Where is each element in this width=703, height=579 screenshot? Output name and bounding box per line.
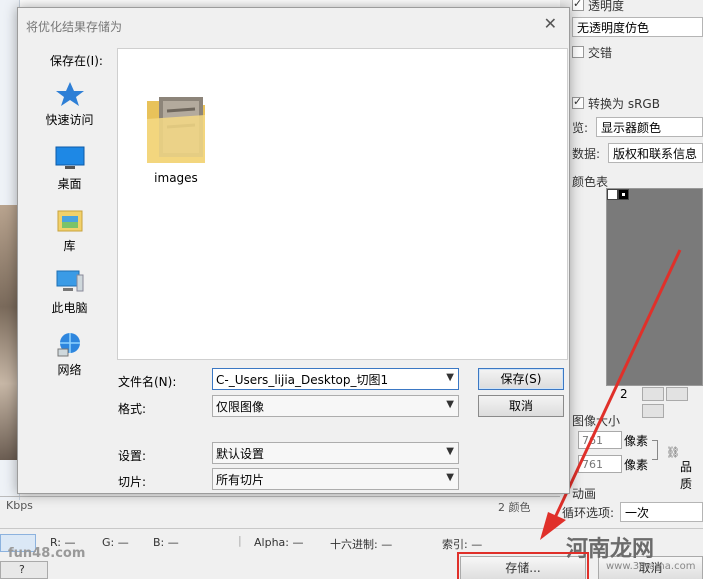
save-dialog: 将优化结果存储为 ✕ 保存在(I): 图片 ▼ 快速访问 桌面	[17, 7, 570, 494]
file-name: images	[154, 171, 198, 185]
desktop-icon	[55, 145, 85, 171]
computer-icon	[55, 269, 85, 295]
place-desktop[interactable]: 桌面	[26, 145, 113, 192]
star-icon	[55, 81, 85, 107]
format-value: 仅限图像	[216, 399, 265, 414]
save-button[interactable]: 保存(S)	[478, 368, 564, 390]
place-this-pc[interactable]: 此电脑	[26, 269, 113, 316]
folder-icon	[145, 91, 207, 167]
library-icon	[55, 207, 85, 233]
save-in-label: 保存在(I):	[50, 54, 103, 68]
chevron-down-icon: ▼	[446, 372, 454, 383]
chevron-down-icon: ▼	[446, 472, 454, 483]
network-icon	[55, 331, 85, 357]
settings-value: 默认设置	[216, 446, 265, 461]
place-label: 快速访问	[45, 113, 94, 127]
slices-select[interactable]: 所有切片 ▼	[212, 468, 459, 490]
slices-label: 切片:	[118, 475, 147, 489]
place-label: 库	[63, 239, 76, 253]
format-select[interactable]: 仅限图像 ▼	[212, 395, 459, 417]
file-list[interactable]: images	[117, 48, 568, 360]
chevron-down-icon: ▼	[446, 399, 454, 410]
filename-value: C-_Users_lijia_Desktop_切图1	[216, 372, 389, 387]
filename-label: 文件名(N):	[118, 375, 177, 389]
close-icon[interactable]: ✕	[544, 14, 557, 33]
file-item[interactable]: images	[143, 91, 209, 185]
format-label: 格式:	[118, 402, 147, 416]
place-library[interactable]: 库	[26, 207, 113, 254]
place-label: 网络	[57, 363, 82, 377]
settings-select[interactable]: 默认设置 ▼	[212, 442, 459, 464]
dialog-title: 将优化结果存储为	[26, 20, 123, 34]
place-quick-access[interactable]: 快速访问	[26, 81, 113, 128]
slices-value: 所有切片	[216, 472, 265, 487]
cancel-button[interactable]: 取消	[478, 395, 564, 417]
places-bar: 快速访问 桌面 库 此电脑 网络	[26, 73, 113, 431]
place-network[interactable]: 网络	[26, 331, 113, 378]
place-label: 此电脑	[51, 301, 88, 315]
filename-input[interactable]: C-_Users_lijia_Desktop_切图1 ▼	[212, 368, 459, 390]
chevron-down-icon: ▼	[446, 446, 454, 457]
screen: 透明度 无透明度仿色 交错 转换为 sRGB 览: 显示器颜色 数据: 版权和联…	[0, 0, 703, 579]
place-label: 桌面	[57, 177, 82, 191]
settings-label: 设置:	[118, 449, 147, 463]
